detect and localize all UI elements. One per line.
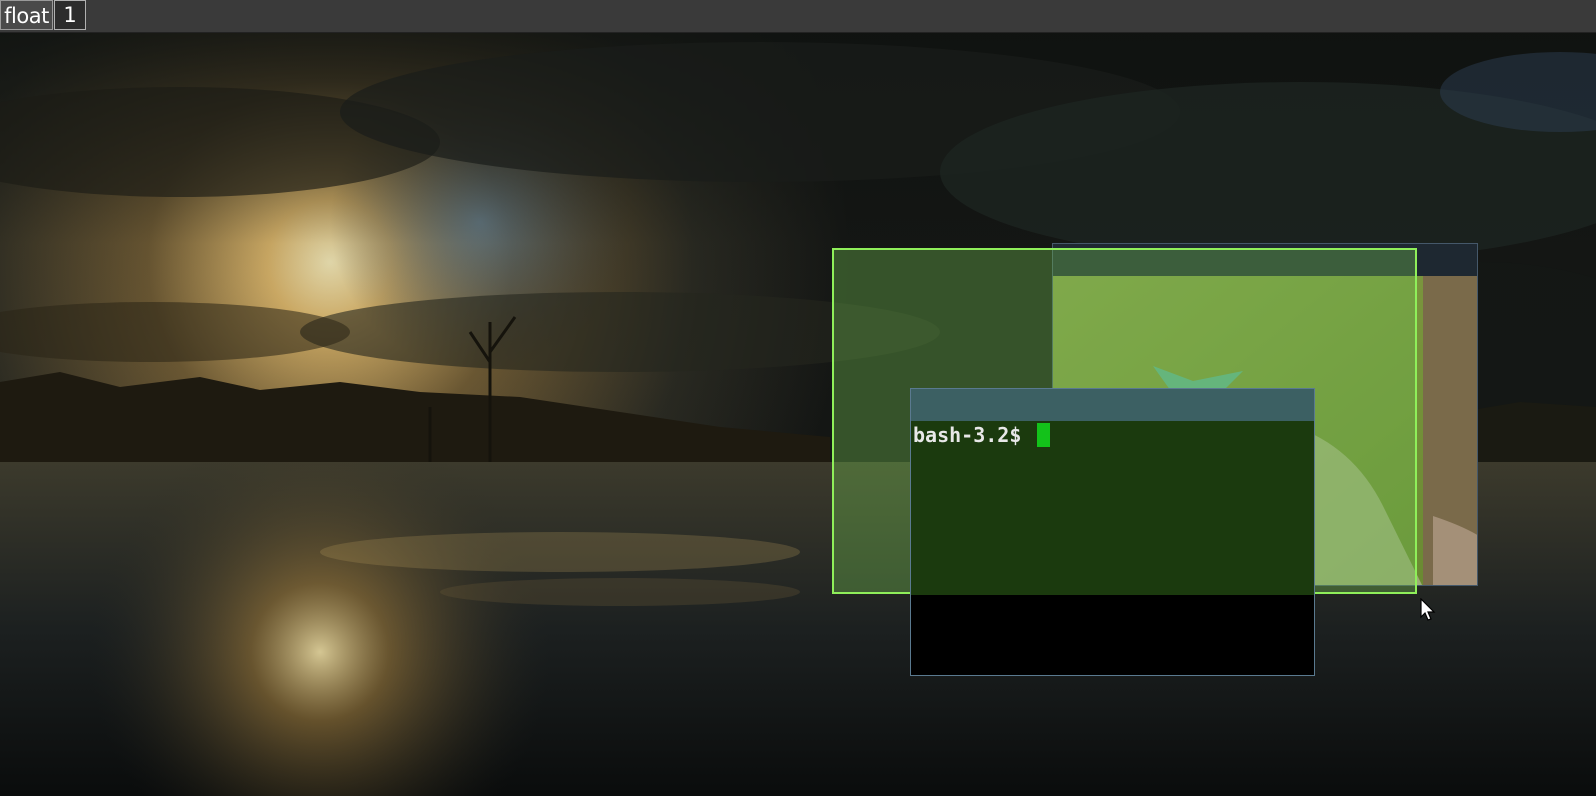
prompt-text: bash-3.2$: [913, 423, 1034, 447]
mouse-pointer-icon: [1420, 597, 1436, 622]
layout-indicator[interactable]: float: [0, 0, 53, 30]
terminal-titlebar[interactable]: [911, 389, 1314, 421]
terminal-window[interactable]: bash-3.2$: [910, 388, 1315, 676]
desktop: float 1 bash-3.2$: [0, 0, 1596, 796]
status-bar: float 1: [0, 0, 1596, 33]
text-cursor: [1037, 423, 1051, 447]
shell-prompt: bash-3.2$: [913, 423, 1051, 447]
terminal-output[interactable]: [911, 421, 1314, 595]
workspace-tag-1[interactable]: 1: [54, 0, 86, 30]
